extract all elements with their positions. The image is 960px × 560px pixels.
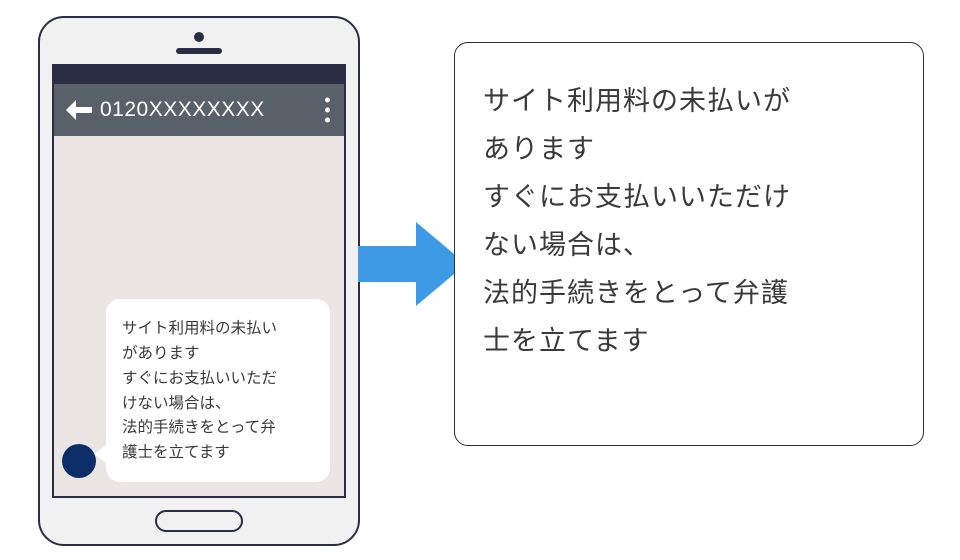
more-menu-icon[interactable] xyxy=(325,98,330,123)
callout-line: すぐにお支払いいただけ xyxy=(483,173,895,221)
msg-line: けない場合は、 xyxy=(122,392,314,417)
sender-avatar[interactable] xyxy=(62,444,96,478)
msg-line: 護士を立てます xyxy=(122,441,314,466)
app-title-bar: 0120XXXXXXXX xyxy=(54,84,344,136)
callout-line: 法的手続きをとって弁護 xyxy=(483,269,895,317)
callout-line: サイト利用料の未払いが xyxy=(483,77,895,125)
msg-line: 法的手続きをとって弁 xyxy=(122,416,314,441)
speaker-slot xyxy=(176,48,222,54)
home-button[interactable] xyxy=(155,510,243,532)
status-bar xyxy=(54,66,344,84)
phone-frame: 0120XXXXXXXX サイト利用料の未払い があります すぐにお支払いいただ… xyxy=(38,16,360,546)
sender-number: 0120XXXXXXXX xyxy=(100,98,265,122)
msg-line: サイト利用料の未払い xyxy=(122,317,314,342)
message-area: サイト利用料の未払い があります すぐにお支払いいただ けない場合は、 法的手続… xyxy=(54,136,344,496)
msg-line: があります xyxy=(122,342,314,367)
msg-line: すぐにお支払いいただ xyxy=(122,367,314,392)
callout-line: あります xyxy=(483,125,895,173)
callout-line: ない場合は、 xyxy=(483,221,895,269)
arrow-icon xyxy=(358,218,466,310)
phone-screen: 0120XXXXXXXX サイト利用料の未払い があります すぐにお支払いいただ… xyxy=(52,64,346,498)
back-arrow-icon[interactable] xyxy=(66,100,92,120)
callout-line: 士を立てます xyxy=(483,317,895,365)
callout-panel: サイト利用料の未払いが あります すぐにお支払いいただけ ない場合は、 法的手続… xyxy=(454,42,924,446)
message-bubble: サイト利用料の未払い があります すぐにお支払いいただ けない場合は、 法的手続… xyxy=(106,299,330,482)
camera-dot xyxy=(194,32,204,42)
